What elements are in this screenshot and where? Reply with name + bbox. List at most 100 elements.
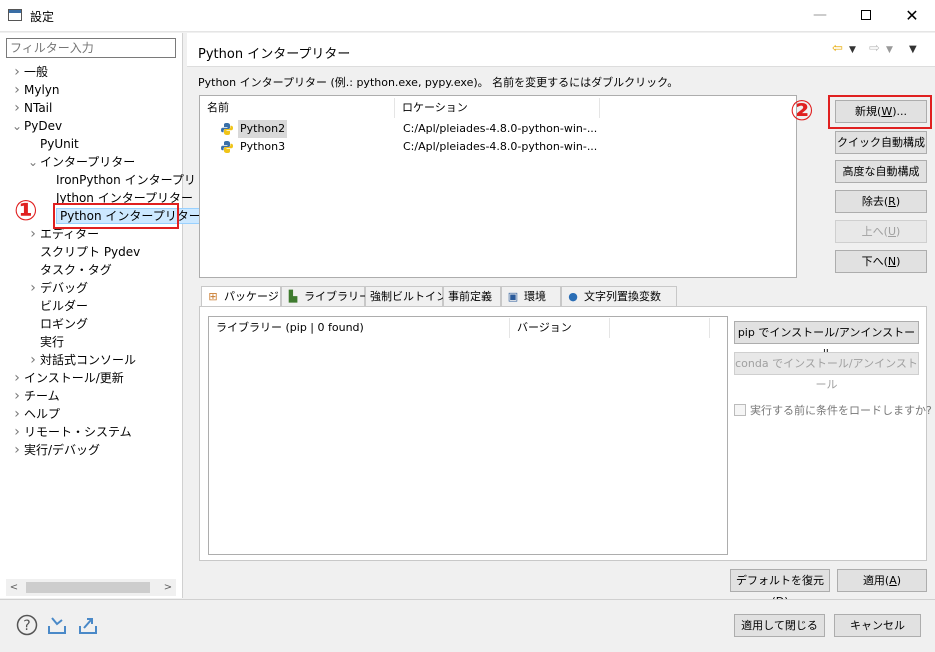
python-icon xyxy=(221,123,233,135)
tree-item[interactable]: › リモート・システム xyxy=(10,423,131,441)
tree-item-label: PyDev xyxy=(24,119,63,133)
tab-forced-builtins[interactable]: 強制ビルトイン xyxy=(365,286,447,307)
tab-packages[interactable]: ⊞ パッケージ xyxy=(201,286,281,308)
move-down-button[interactable]: 下へ(N) xyxy=(835,250,927,273)
tab-libraries[interactable]: ▙ ライブラリー xyxy=(281,286,370,307)
maximize-button[interactable] xyxy=(843,0,889,31)
app-icon xyxy=(8,9,22,21)
view-menu-icon[interactable]: ▼ xyxy=(909,44,917,55)
tree-item-label: Mylyn xyxy=(24,83,60,97)
tree-item[interactable]: › ヘルプ xyxy=(10,405,60,423)
tree-item-label: 一般 xyxy=(24,65,49,79)
scroll-right-icon[interactable]: > xyxy=(160,579,176,596)
tree-item[interactable]: › インストール/更新 xyxy=(10,369,124,387)
tree-item[interactable]: ロギング xyxy=(26,315,88,333)
preferences-nav: ›一般›Mylyn›NTail⌄PyDevPyUnit⌄インタープリターIron… xyxy=(0,33,205,598)
back-arrow-icon[interactable]: ⇦ xyxy=(832,41,843,56)
chevron-down-icon[interactable]: ⌄ xyxy=(26,153,40,171)
annotation-box-1 xyxy=(53,203,179,229)
chevron-right-icon[interactable]: › xyxy=(10,405,24,423)
apply-button[interactable]: 適用(A) xyxy=(837,569,927,592)
tree-item[interactable]: › 実行/デバッグ xyxy=(10,441,100,459)
environment-icon: ▣ xyxy=(507,290,519,303)
advanced-auto-config-button[interactable]: 高度な自動構成 xyxy=(835,160,927,183)
export-icon[interactable] xyxy=(77,614,99,636)
interpreter-name: Python3 xyxy=(240,140,286,153)
interpreter-location: C:/Apl/pleiades-4.8.0-python-win-... xyxy=(403,122,598,135)
tree-item[interactable]: IronPython インタープリ xyxy=(42,171,196,189)
tab-environment[interactable]: ▣ 環境 xyxy=(501,286,561,307)
chevron-right-icon[interactable]: › xyxy=(10,387,24,405)
tree-item[interactable]: ⌄ PyDev xyxy=(10,117,62,135)
tree-item[interactable]: 実行 xyxy=(26,333,64,351)
chevron-right-icon[interactable]: › xyxy=(10,63,24,81)
column-header-empty xyxy=(610,318,710,338)
svg-text:?: ? xyxy=(23,618,30,634)
chevron-right-icon[interactable]: › xyxy=(10,369,24,387)
tree-item[interactable]: PyUnit xyxy=(26,135,79,153)
forward-dropdown-icon[interactable]: ▼ xyxy=(886,45,893,55)
chevron-right-icon[interactable]: › xyxy=(26,351,40,369)
filter-input[interactable] xyxy=(6,38,176,58)
help-icon[interactable]: ? xyxy=(16,614,38,636)
tree-item-label: ビルダー xyxy=(40,299,89,313)
chevron-right-icon[interactable]: › xyxy=(10,81,24,99)
chevron-right-icon[interactable]: › xyxy=(26,279,40,297)
pip-install-button[interactable]: pip でインストール/アンインストール xyxy=(734,321,919,360)
preference-page: Python インタープリター ⇦ ▼ ⇨ ▼ ▼ Python インタープリタ… xyxy=(187,33,935,608)
new-interpreter-button[interactable]: 新規(W)... xyxy=(835,100,927,123)
import-icon[interactable] xyxy=(46,614,68,636)
tree-item[interactable]: › チーム xyxy=(10,387,60,405)
chevron-right-icon[interactable]: › xyxy=(10,441,24,459)
load-conditions-checkbox[interactable]: 実行する前に条件をロードしますか? xyxy=(734,402,932,418)
tree-item[interactable]: › Mylyn xyxy=(10,81,60,99)
column-header-name[interactable]: 名前 xyxy=(200,98,395,118)
chevron-down-icon[interactable]: ⌄ xyxy=(10,117,24,135)
column-header-location[interactable]: ロケーション xyxy=(395,98,600,118)
tab-string-substitution[interactable]: ● 文字列置換変数 xyxy=(561,286,677,307)
close-button[interactable]: ✕ xyxy=(889,0,935,31)
table-row[interactable]: Python2 C:/Apl/pleiades-4.8.0-python-win… xyxy=(200,120,798,138)
tree-item-label: 対話式コンソール xyxy=(40,353,137,367)
tree-item[interactable]: › デバッグ xyxy=(26,279,88,297)
title-bar: 設定 — ✕ xyxy=(0,0,935,32)
scroll-thumb[interactable] xyxy=(26,582,150,593)
quick-auto-config-button[interactable]: クイック自動構成 xyxy=(835,131,927,154)
forward-arrow-icon[interactable]: ⇨ xyxy=(869,41,880,56)
variables-icon: ● xyxy=(568,290,578,303)
tree-item[interactable]: › 対話式コンソール xyxy=(26,351,136,369)
tree-item[interactable]: スクリプト Pydev xyxy=(26,243,140,261)
library-icon: ▙ xyxy=(288,290,298,303)
chevron-right-icon[interactable]: › xyxy=(10,99,24,117)
table-row[interactable]: Python3 C:/Apl/pleiades-4.8.0-python-win… xyxy=(200,138,798,156)
tree-item[interactable]: ⌄ インタープリター xyxy=(26,153,135,171)
page-header: Python インタープリター ⇦ ▼ ⇨ ▼ ▼ xyxy=(187,33,935,67)
checkbox-box[interactable] xyxy=(734,404,746,416)
tree-item-label: IronPython インタープリ xyxy=(56,173,196,187)
scroll-left-icon[interactable]: < xyxy=(6,579,22,596)
tree-horizontal-scrollbar[interactable]: < > xyxy=(6,579,176,596)
column-header-library[interactable]: ライブラリー (pip | 0 found) xyxy=(209,318,510,338)
tree-item[interactable]: › NTail xyxy=(10,99,52,117)
tree-item[interactable]: タスク・タグ xyxy=(26,261,112,279)
apply-and-close-button[interactable]: 適用して閉じる xyxy=(734,614,825,637)
packages-panel: ライブラリー (pip | 0 found) バージョン pip でインストール… xyxy=(199,306,932,561)
remove-button[interactable]: 除去(R) xyxy=(835,190,927,213)
tab-predefined[interactable]: 事前定義 xyxy=(443,286,501,307)
minimize-button[interactable]: — xyxy=(797,0,843,31)
tree-item-label: チーム xyxy=(24,389,60,403)
tree-item[interactable]: ビルダー xyxy=(26,297,88,315)
window-title: 設定 xyxy=(30,10,55,24)
tree-item-label: インタープリター xyxy=(40,155,136,169)
conda-install-button[interactable]: conda でインストール/アンインストール xyxy=(734,352,919,391)
move-up-button[interactable]: 上へ(U) xyxy=(835,220,927,243)
chevron-right-icon[interactable]: › xyxy=(10,423,24,441)
interpreter-location: C:/Apl/pleiades-4.8.0-python-win-... xyxy=(403,140,598,153)
column-header-version[interactable]: バージョン xyxy=(510,318,610,338)
tree-item[interactable]: › 一般 xyxy=(10,63,48,81)
chevron-right-icon[interactable]: › xyxy=(26,225,40,243)
back-dropdown-icon[interactable]: ▼ xyxy=(849,45,856,55)
restore-defaults-button[interactable]: デフォルトを復元(D) xyxy=(730,569,830,608)
cancel-button[interactable]: キャンセル xyxy=(834,614,921,637)
library-table: ライブラリー (pip | 0 found) バージョン xyxy=(208,316,728,555)
